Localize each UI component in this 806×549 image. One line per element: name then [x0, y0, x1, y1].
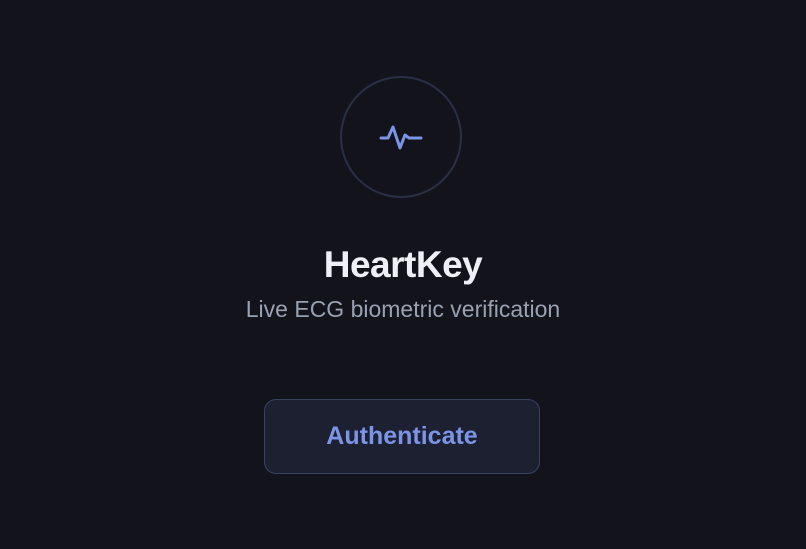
- login-screen: HeartKey Live ECG biometric verification…: [0, 0, 806, 549]
- app-subtitle: Live ECG biometric verification: [245, 296, 561, 322]
- app-title: HeartKey: [323, 244, 483, 285]
- logo-badge: [340, 76, 462, 198]
- authenticate-button[interactable]: Authenticate: [264, 399, 540, 474]
- ecg-pulse-icon: [379, 125, 423, 150]
